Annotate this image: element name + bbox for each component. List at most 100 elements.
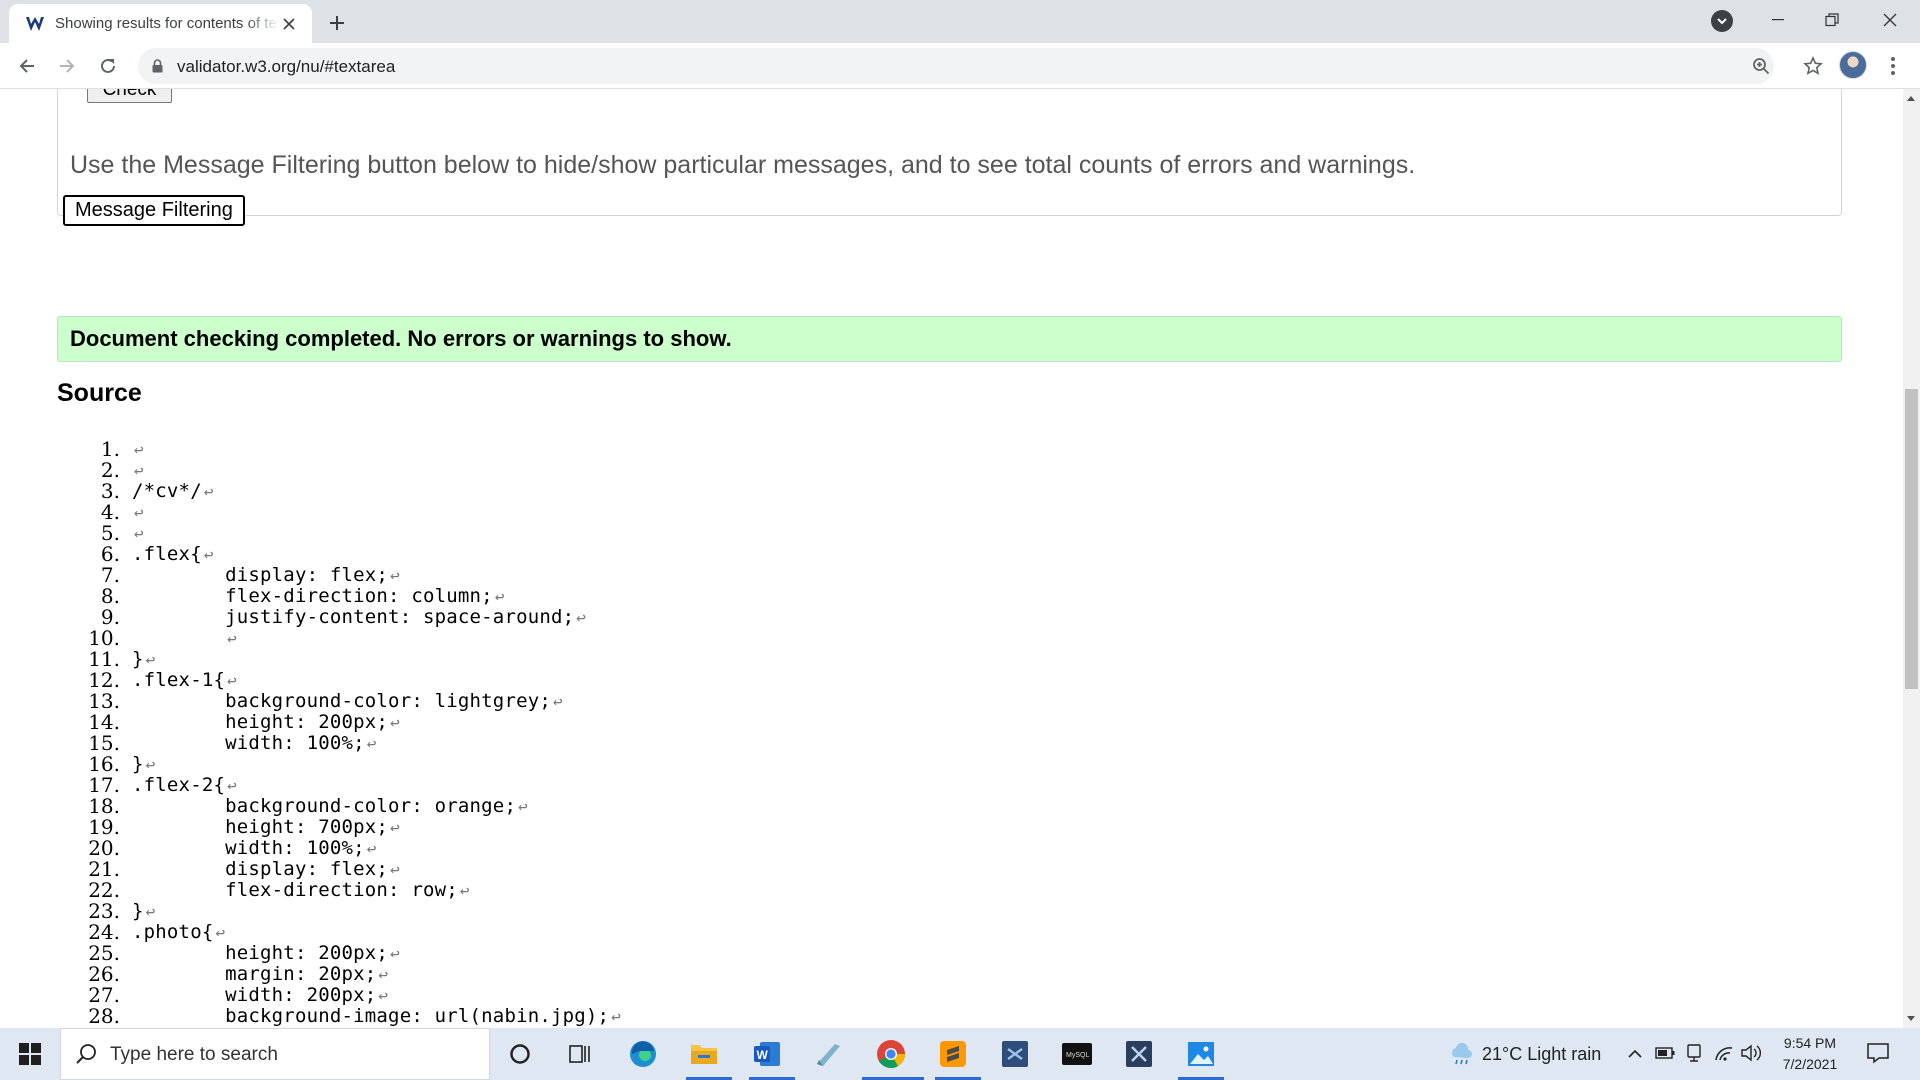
- source-line-number: 11.: [88, 647, 120, 671]
- reload-icon[interactable]: [93, 51, 123, 81]
- bookmark-star-icon[interactable]: [1802, 55, 1824, 77]
- vscode-icon[interactable]: [997, 1036, 1033, 1072]
- windows-taskbar: Type here to search W MySQL 21°C Light r…: [0, 1028, 1920, 1080]
- task-view-icon[interactable]: [562, 1036, 598, 1072]
- tab-strip: Showing results for contents of text-inp…: [0, 0, 1920, 43]
- scrollbar-thumb[interactable]: [1905, 389, 1918, 689]
- visual-studio-icon[interactable]: [1121, 1036, 1157, 1072]
- browser-tab[interactable]: Showing results for contents of text-inp…: [9, 4, 312, 43]
- line-return-icon: ↩: [390, 818, 400, 837]
- close-window-icon[interactable]: [1860, 0, 1920, 40]
- source-line-code: width: 100%;: [132, 732, 365, 754]
- app-icon[interactable]: [810, 1036, 846, 1072]
- restore-icon[interactable]: [1802, 0, 1862, 40]
- address-bar[interactable]: validator.w3.org/nu/#textarea: [138, 48, 1823, 84]
- sublime-text-icon[interactable]: [935, 1036, 971, 1072]
- new-tab-icon[interactable]: [324, 10, 350, 36]
- source-line-code: .flex-1{: [132, 669, 226, 691]
- source-line: 24. .photo{↩: [70, 922, 1770, 943]
- forward-icon[interactable]: [52, 51, 82, 81]
- source-line: 22. flex-direction: row; ↩: [70, 880, 1770, 901]
- tab-search-icon[interactable]: [1711, 10, 1733, 32]
- source-line: 28. background-image: url(nabin.jpg); ↩: [70, 1006, 1770, 1027]
- mysql-icon[interactable]: MySQL: [1059, 1036, 1095, 1072]
- line-return-icon: ↩: [366, 839, 377, 858]
- cortana-icon[interactable]: [502, 1036, 538, 1072]
- weather-rain-icon[interactable]: [1448, 1042, 1474, 1070]
- tray-chevron-up-icon[interactable]: [1628, 1046, 1642, 1064]
- lock-icon[interactable]: [152, 59, 163, 78]
- profile-avatar[interactable]: [1839, 51, 1867, 79]
- source-line-number: 15.: [88, 731, 120, 755]
- source-line-number: 3.: [100, 479, 120, 503]
- source-line: 23.} ↩: [70, 901, 1770, 922]
- message-filtering-note: Use the Message Filtering button below t…: [70, 151, 1416, 179]
- source-line-code: [122, 439, 132, 460]
- browser-toolbar: validator.w3.org/nu/#textarea: [0, 43, 1920, 89]
- wifi-icon[interactable]: [1714, 1044, 1734, 1067]
- page-scrollbar[interactable]: [1903, 89, 1920, 1028]
- check-button[interactable]: Check: [87, 89, 172, 103]
- line-return-icon: ↩: [203, 545, 214, 564]
- source-line-code: display: flex;: [132, 858, 389, 880]
- line-return-icon: ↩: [553, 692, 563, 711]
- source-line: 15. width: 100%; ↩: [70, 733, 1770, 754]
- source-line: 8. flex-direction: column; ↩: [70, 586, 1770, 607]
- taskbar-clock[interactable]: 9:54 PM 7/2/2021: [1768, 1033, 1852, 1075]
- message-filtering-button[interactable]: Message Filtering: [63, 195, 245, 226]
- word-icon[interactable]: W: [749, 1036, 785, 1072]
- source-line: 11.} ↩: [70, 649, 1770, 670]
- battery-icon[interactable]: [1655, 1046, 1675, 1064]
- minimize-icon[interactable]: [1748, 0, 1808, 40]
- source-line: 1. ↩: [70, 439, 1770, 460]
- search-placeholder: Type here to search: [110, 1044, 278, 1065]
- source-line-code: [122, 460, 132, 481]
- source-heading: Source: [57, 379, 142, 407]
- line-return-icon: ↩: [227, 629, 237, 648]
- line-return-icon: ↩: [390, 944, 400, 963]
- edge-icon[interactable]: [625, 1036, 661, 1072]
- source-line: 20. width: 100%; ↩: [70, 838, 1770, 859]
- meet-now-icon[interactable]: [1686, 1043, 1702, 1068]
- url-text: validator.w3.org/nu/#textarea: [177, 57, 396, 76]
- line-return-icon: ↩: [215, 923, 226, 942]
- line-return-icon: ↩: [145, 755, 156, 774]
- source-line: 18. background-color: orange; ↩: [70, 796, 1770, 817]
- source-line-number: 23.: [88, 899, 120, 923]
- line-return-icon: ↩: [134, 524, 144, 543]
- source-line: 4. ↩: [70, 502, 1770, 523]
- weather-text[interactable]: 21°C Light rain: [1482, 1044, 1601, 1065]
- taskbar-search-box[interactable]: Type here to search: [60, 1028, 490, 1080]
- source-line: 6. .flex{↩: [70, 544, 1770, 565]
- source-line-code: .photo{: [132, 921, 214, 943]
- tab-close-icon[interactable]: [280, 15, 298, 33]
- scroll-down-arrow-icon[interactable]: [1907, 1016, 1915, 1021]
- source-line-number: 27.: [88, 983, 120, 1007]
- page-viewport: Check Use the Message Filtering button b…: [0, 89, 1903, 1028]
- volume-icon[interactable]: [1740, 1044, 1762, 1067]
- line-return-icon: ↩: [378, 986, 389, 1005]
- w3c-favicon-icon: [25, 14, 45, 34]
- source-listing: 1. ↩ 2. ↩ 3./*cv*/↩ 4. ↩ 5. ↩ 6. .flex{↩ 7. display…: [70, 439, 1770, 1027]
- notification-icon[interactable]: [1866, 1041, 1892, 1067]
- source-line-number: 20.: [88, 836, 120, 860]
- source-line: 2. ↩: [70, 460, 1770, 481]
- back-icon[interactable]: [12, 51, 42, 81]
- photos-icon[interactable]: [1183, 1036, 1219, 1072]
- source-line-code: justify-content: space-around;: [132, 606, 575, 628]
- windows-start-icon[interactable]: [0, 1028, 60, 1080]
- chrome-icon[interactable]: [873, 1036, 909, 1072]
- file-explorer-icon[interactable]: [686, 1036, 722, 1072]
- source-line-number: 13.: [88, 689, 120, 713]
- scroll-up-arrow-icon[interactable]: [1907, 96, 1915, 101]
- source-line-number: 26.: [88, 962, 120, 986]
- source-line-code: [122, 523, 132, 544]
- source-line-code: }: [132, 753, 144, 775]
- success-message: Document checking completed. No errors o…: [57, 316, 1842, 362]
- line-return-icon: ↩: [378, 965, 389, 984]
- source-line-code: height: 200px;: [132, 711, 389, 733]
- zoom-icon[interactable]: [1750, 55, 1772, 77]
- chrome-menu-icon[interactable]: [1883, 53, 1903, 79]
- source-line: 12. .flex-1{↩: [70, 670, 1770, 691]
- source-line-number: 2.: [100, 458, 120, 482]
